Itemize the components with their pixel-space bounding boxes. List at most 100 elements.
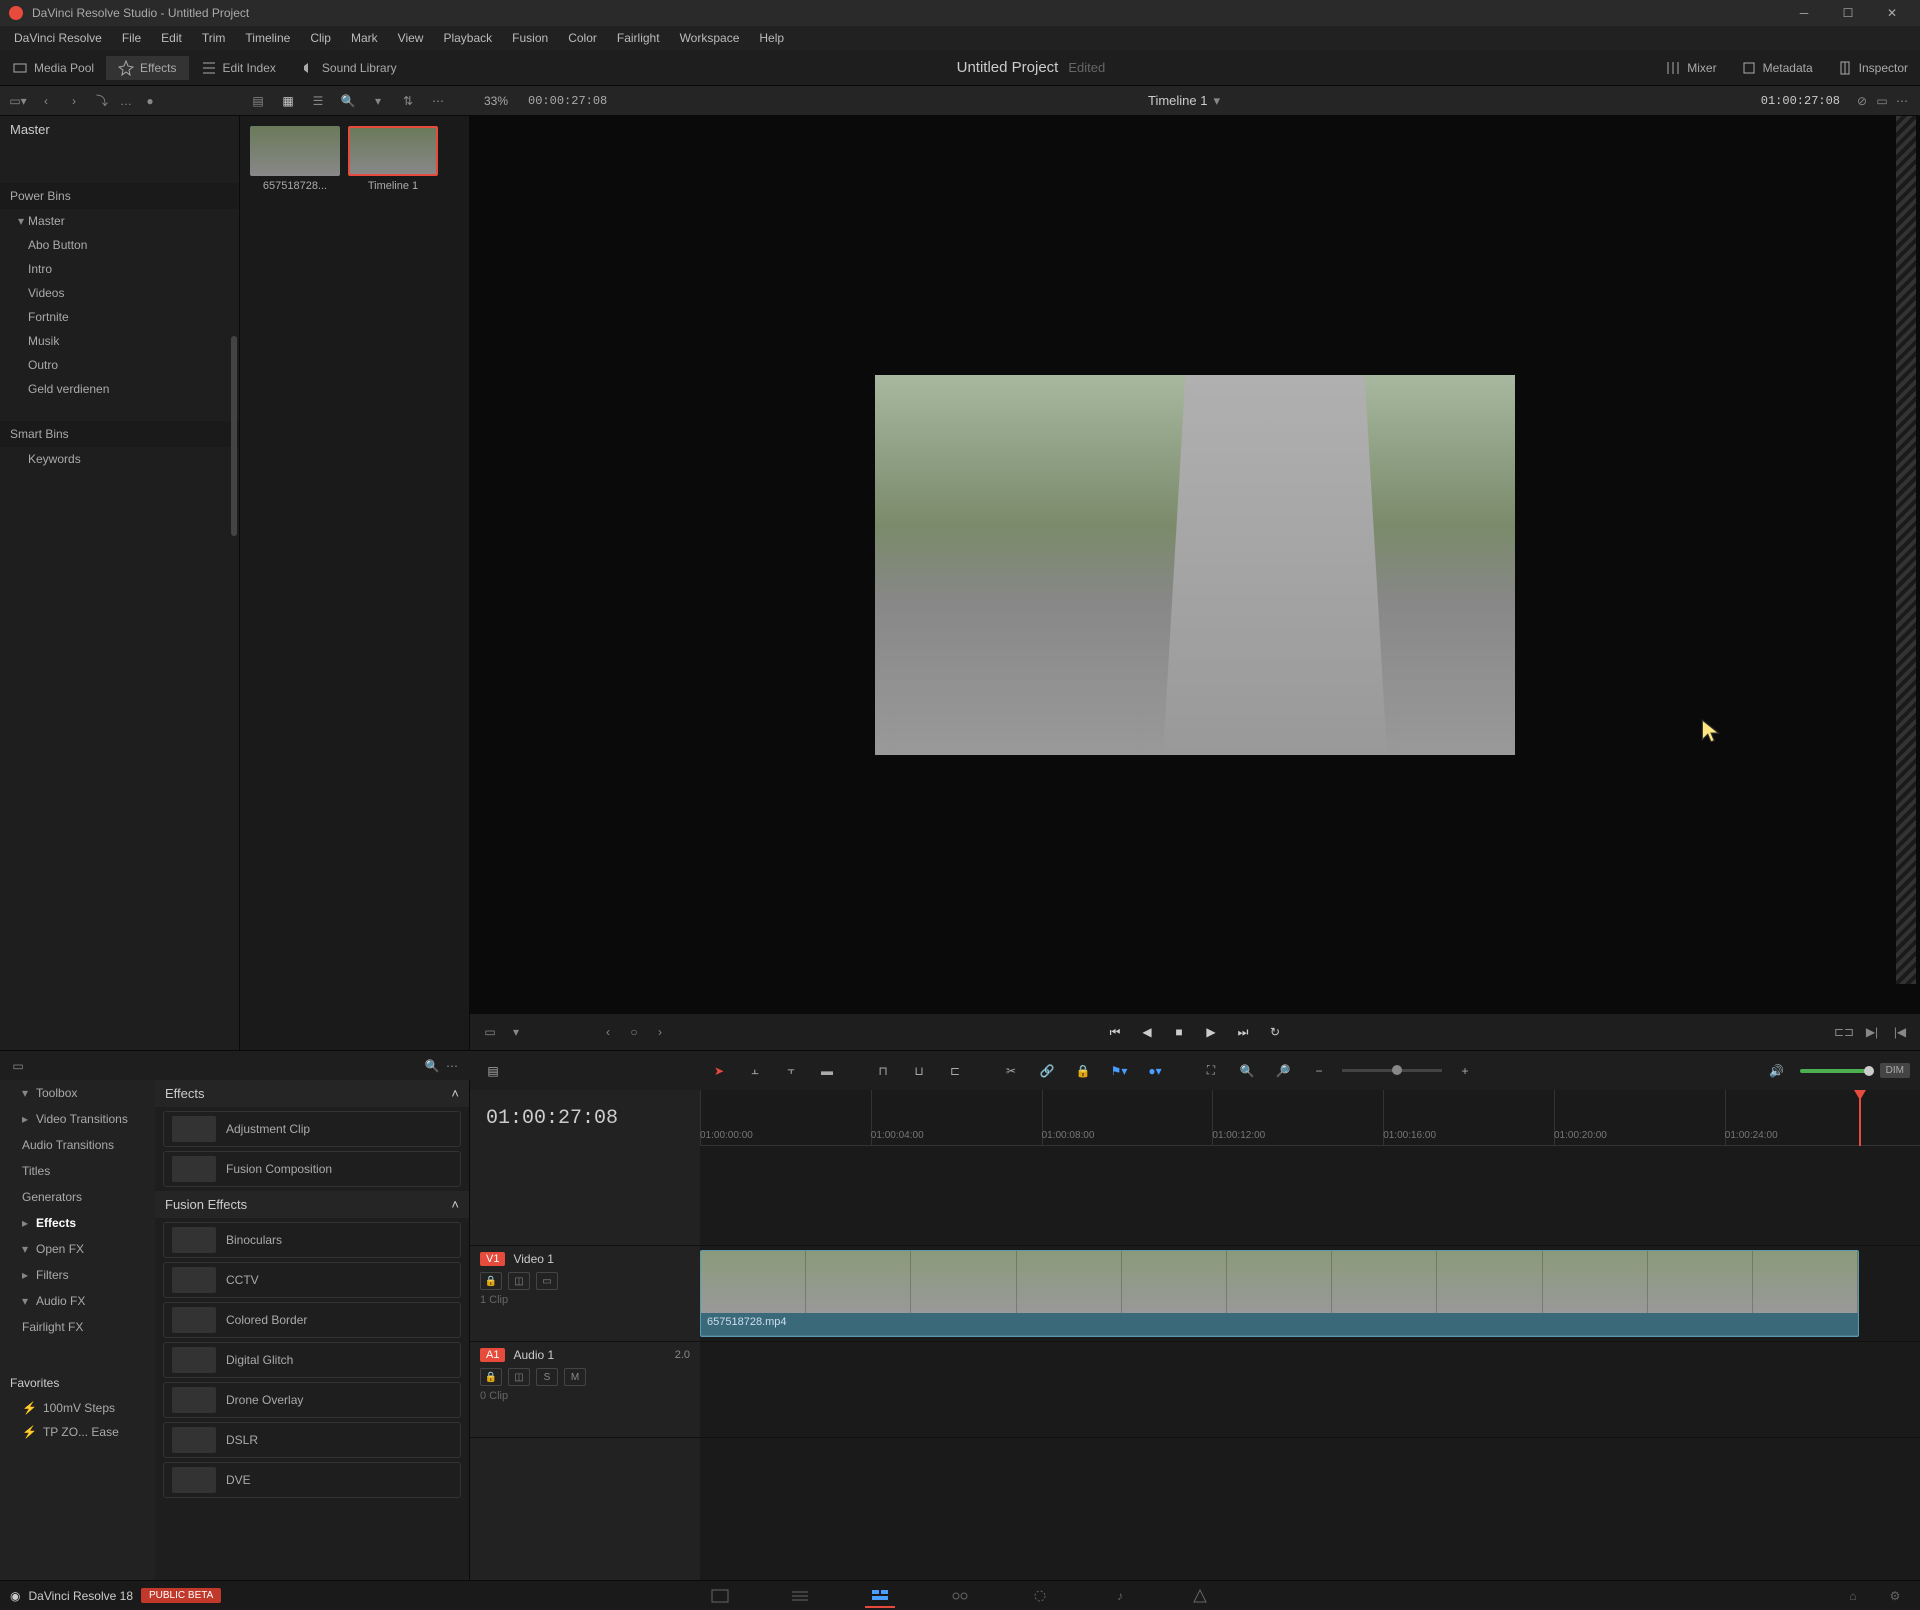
bin-abo[interactable]: Abo Button [0, 233, 239, 257]
volume-slider[interactable] [1800, 1069, 1870, 1073]
menu-mark[interactable]: Mark [341, 31, 388, 45]
audio-auto-select[interactable]: ◫ [508, 1368, 530, 1386]
fx-options-icon[interactable]: ⋯ [442, 1056, 462, 1076]
fusion-fx-header[interactable]: Fusion Effects˄ [155, 1191, 469, 1218]
view-list-icon[interactable]: ☰ [308, 91, 328, 111]
track-disable[interactable]: ▭ [536, 1272, 558, 1290]
mute-button[interactable]: M [564, 1368, 586, 1386]
menu-trim[interactable]: Trim [192, 31, 236, 45]
menu-help[interactable]: Help [749, 31, 794, 45]
bin-fortnite[interactable]: Fortnite [0, 305, 239, 329]
track-lock-icon[interactable]: 🔒 [480, 1272, 502, 1290]
next-frame-button[interactable]: ⏭ [1232, 1021, 1254, 1043]
fx-colored-border[interactable]: Colored Border [163, 1302, 461, 1338]
edit-index-toggle[interactable]: Edit Index [189, 56, 288, 80]
fairlight-page[interactable]: ♪ [1105, 1584, 1135, 1608]
search-dropdown[interactable]: ▾ [368, 91, 388, 111]
track-auto-select[interactable]: ◫ [508, 1272, 530, 1290]
fx-drone-overlay[interactable]: Drone Overlay [163, 1382, 461, 1418]
fx-digital-glitch[interactable]: Digital Glitch [163, 1342, 461, 1378]
menu-clip[interactable]: Clip [300, 31, 341, 45]
bin-musik[interactable]: Musik [0, 329, 239, 353]
fx-binoculars[interactable]: Binoculars [163, 1222, 461, 1258]
bin-intro[interactable]: Intro [0, 257, 239, 281]
menu-color[interactable]: Color [558, 31, 607, 45]
effects-toggle[interactable]: Effects [106, 56, 188, 80]
titles[interactable]: Titles [0, 1158, 155, 1184]
close-button[interactable]: ✕ [1872, 0, 1912, 26]
media-pool-toggle[interactable]: Media Pool [0, 56, 106, 80]
video-preview[interactable] [875, 375, 1515, 755]
collapse-icon[interactable]: ˄ [451, 1197, 459, 1212]
menu-timeline[interactable]: Timeline [235, 31, 300, 45]
fav-100mv[interactable]: ⚡100mV Steps [0, 1396, 155, 1420]
effects-node[interactable]: ▸Effects [0, 1210, 155, 1236]
fx-cctv[interactable]: CCTV [163, 1262, 461, 1298]
transform-dropdown[interactable]: ▾ [506, 1022, 526, 1042]
bin-dropdown[interactable]: ▭▾ [8, 91, 28, 111]
menu-fairlight[interactable]: Fairlight [607, 31, 670, 45]
audio-lock-icon[interactable]: 🔒 [480, 1368, 502, 1386]
timeline-thumb[interactable]: Timeline 1 [348, 126, 438, 192]
viewer-zoom[interactable]: 33% [484, 94, 508, 108]
metadata-toggle[interactable]: Metadata [1729, 56, 1825, 80]
fx-dve[interactable]: DVE [163, 1462, 461, 1498]
fx-dslr[interactable]: DSLR [163, 1422, 461, 1458]
fairlightfx[interactable]: Fairlight FX [0, 1314, 155, 1340]
maximize-button[interactable]: ☐ [1828, 0, 1868, 26]
fx-fusion-comp[interactable]: Fusion Composition [163, 1151, 461, 1187]
bypass-icon[interactable]: ⊘ [1852, 91, 1872, 111]
view-metadata-icon[interactable]: ▤ [248, 91, 268, 111]
edit-page[interactable] [865, 1584, 895, 1608]
nav-fwd[interactable]: › [64, 91, 84, 111]
master-bin[interactable]: Master [0, 116, 239, 143]
collapse-icon[interactable]: ˄ [451, 1086, 459, 1101]
audio-track-lane[interactable] [700, 1342, 1920, 1438]
options-icon[interactable]: ⋯ [428, 91, 448, 111]
audio-transitions[interactable]: Audio Transitions [0, 1132, 155, 1158]
power-bins-header[interactable]: Power Bins [0, 183, 239, 209]
sort-icon[interactable]: ⇅ [398, 91, 418, 111]
menu-file[interactable]: File [112, 31, 151, 45]
bin-scrollbar[interactable] [231, 336, 237, 536]
solo-button[interactable]: S [536, 1368, 558, 1386]
menu-edit[interactable]: Edit [151, 31, 192, 45]
toolbox-node[interactable]: ▾Toolbox [0, 1080, 155, 1106]
deliver-page[interactable] [1185, 1584, 1215, 1608]
dim-button[interactable]: DIM [1880, 1063, 1910, 1078]
first-frame-button[interactable]: ⏮ [1104, 1021, 1126, 1043]
media-page[interactable] [705, 1584, 735, 1608]
smart-bins-header[interactable]: Smart Bins [0, 421, 239, 447]
bin-videos[interactable]: Videos [0, 281, 239, 305]
generators[interactable]: Generators [0, 1184, 155, 1210]
fx-adjustment-clip[interactable]: Adjustment Clip [163, 1111, 461, 1147]
audiofx-node[interactable]: ▾Audio FX [0, 1288, 155, 1314]
marker-nav-icon[interactable]: ○ [624, 1022, 644, 1042]
match-frame-icon[interactable]: ⊏⊐ [1834, 1022, 1854, 1042]
video-track-header[interactable]: V1 Video 1 🔒 ◫ ▭ 1 Clip [470, 1246, 700, 1342]
fusion-page[interactable] [945, 1584, 975, 1608]
menu-fusion[interactable]: Fusion [502, 31, 558, 45]
play-button[interactable]: ▶ [1200, 1021, 1222, 1043]
import-media-icon[interactable]: ⤵ [92, 91, 112, 111]
settings-button[interactable]: ⚙ [1880, 1584, 1910, 1608]
in-out-icon[interactable]: ▶| [1862, 1022, 1882, 1042]
bin-outro[interactable]: Outro [0, 353, 239, 377]
power-master[interactable]: ▾Master [0, 209, 239, 233]
single-viewer-icon[interactable]: ▭ [1872, 91, 1892, 111]
minimize-button[interactable]: ─ [1784, 0, 1824, 26]
transform-icon[interactable]: ▭ [480, 1022, 500, 1042]
next-edit-icon[interactable]: › [650, 1022, 670, 1042]
menu-playback[interactable]: Playback [433, 31, 502, 45]
menu-davinci[interactable]: DaVinci Resolve [4, 31, 112, 45]
bin-geld[interactable]: Geld verdienen [0, 377, 239, 401]
viewer-options-icon[interactable]: ⋯ [1892, 91, 1912, 111]
mixer-toggle[interactable]: Mixer [1653, 56, 1728, 80]
color-page[interactable] [1025, 1584, 1055, 1608]
video-track-lane[interactable]: 657518728.mp4 [700, 1246, 1920, 1342]
home-button[interactable]: ⌂ [1838, 1584, 1868, 1608]
record-icon[interactable]: ● [140, 91, 160, 111]
fav-tpzo[interactable]: ⚡TP ZO... Ease [0, 1420, 155, 1444]
filters[interactable]: ▸Filters [0, 1262, 155, 1288]
loop-button[interactable]: ↻ [1264, 1021, 1286, 1043]
